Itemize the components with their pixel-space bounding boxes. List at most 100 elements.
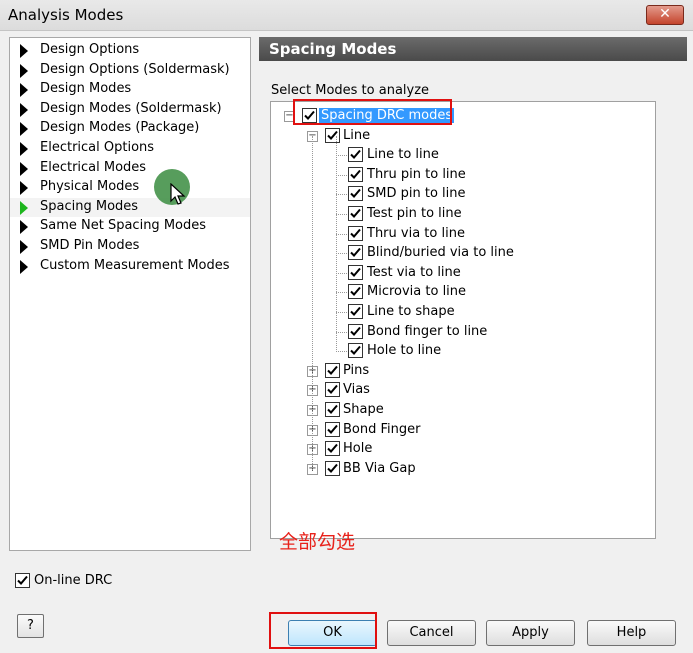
online-drc-option[interactable]: On-line DRC: [15, 573, 112, 588]
tree-connector: [336, 272, 347, 274]
nav-item[interactable]: Design Modes (Soldermask): [10, 100, 250, 119]
nav-item[interactable]: Design Modes: [10, 80, 250, 99]
check-icon: [350, 169, 361, 179]
node-checkbox[interactable]: [348, 323, 363, 339]
node-checkbox[interactable]: [325, 362, 340, 378]
tree-connector: [336, 331, 347, 333]
node-label: Vias: [343, 382, 370, 398]
node-checkbox[interactable]: [325, 402, 340, 417]
node-label: BB Via Gap: [343, 460, 416, 476]
help-button[interactable]: Help: [587, 620, 676, 646]
arrow-right-icon: [20, 83, 28, 98]
node-checkbox[interactable]: [325, 441, 340, 457]
mouse-cursor-icon: [170, 183, 186, 205]
node-checkbox[interactable]: [348, 147, 363, 163]
online-drc-checkbox[interactable]: [15, 573, 30, 588]
nav-item[interactable]: SMD Pin Modes: [10, 237, 250, 256]
check-icon: [350, 267, 361, 277]
online-drc-label: On-line DRC: [34, 573, 113, 588]
check-icon: [350, 208, 361, 218]
tree-connector: [312, 136, 313, 470]
arrow-right-icon: [20, 259, 28, 274]
nav-item[interactable]: Design Options (Soldermask): [10, 61, 250, 80]
node-checkbox[interactable]: [348, 343, 363, 359]
tree-connector: [336, 214, 347, 215]
node-checkbox[interactable]: [325, 421, 340, 437]
nav-item[interactable]: Electrical Options: [10, 139, 250, 158]
check-icon: [327, 385, 338, 395]
node-checkbox[interactable]: [348, 186, 363, 202]
arrow-right-icon: [20, 63, 28, 78]
tree-node[interactable]: + Hole: [271, 440, 651, 459]
tree-node[interactable]: Line to shape: [271, 303, 651, 322]
tree-node[interactable]: Microvia to line: [271, 283, 651, 302]
nav-item-label: Design Options: [40, 42, 140, 57]
node-checkbox[interactable]: [348, 206, 363, 221]
tree-node[interactable]: Test via to line: [271, 264, 651, 283]
nav-item-label: Electrical Modes: [40, 159, 147, 175]
annotation-box-ok: [269, 612, 377, 649]
tree-connector: [336, 155, 347, 157]
tree-node[interactable]: + Shape: [271, 401, 651, 420]
nav-item-label: Same Net Spacing Modes: [40, 218, 207, 234]
check-icon: [327, 463, 338, 473]
nav-item[interactable]: Same Net Spacing Modes: [10, 217, 250, 236]
nav-item[interactable]: Custom Measurement Modes: [10, 257, 250, 276]
check-icon: [350, 150, 361, 160]
tree-connector: [336, 233, 347, 235]
nav-item[interactable]: Design Modes (Package): [10, 119, 250, 138]
check-icon: [350, 228, 361, 238]
arrow-right-icon: [20, 44, 28, 58]
tree-node[interactable]: + Vias: [271, 381, 651, 400]
node-checkbox[interactable]: [348, 304, 363, 319]
node-checkbox[interactable]: [348, 166, 363, 182]
check-icon: [327, 130, 338, 140]
tree-node[interactable]: Line to line: [271, 146, 651, 165]
tree-node[interactable]: Test pin to line: [271, 205, 651, 224]
tree-node[interactable]: Thru via to line: [271, 225, 651, 244]
tree-node[interactable]: SMD pin to line: [271, 185, 651, 204]
check-icon: [17, 575, 28, 585]
apply-button[interactable]: Apply: [486, 620, 575, 646]
close-icon: ✕: [659, 6, 671, 22]
node-label: Shape: [343, 402, 384, 417]
node-checkbox[interactable]: [325, 460, 340, 476]
nav-item-label: SMD Pin Modes: [40, 238, 140, 253]
context-help-button[interactable]: ?: [17, 614, 44, 638]
node-label: Hole: [343, 441, 373, 457]
tree-node[interactable]: − Line: [271, 127, 651, 146]
close-button[interactable]: ✕: [646, 5, 684, 25]
annotation-text: 全部勾选: [279, 531, 356, 553]
node-label: Bond finger to line: [367, 323, 488, 339]
cancel-button[interactable]: Cancel: [387, 620, 476, 646]
tree-connector: [336, 136, 337, 352]
tree-node[interactable]: Blind/buried via to line: [271, 244, 651, 263]
tree-connector: [336, 194, 347, 196]
window-title: Analysis Modes: [8, 6, 124, 24]
node-checkbox[interactable]: [348, 225, 363, 241]
node-label: Pins: [343, 362, 370, 378]
tree-node[interactable]: Thru pin to line: [271, 166, 651, 185]
nav-item-label: Design Modes: [40, 81, 132, 97]
modes-tree: − Spacing DRC modes − Line Line to line Thru …: [270, 101, 656, 539]
node-checkbox[interactable]: [325, 127, 340, 143]
nav-item-label: Design Modes (Package): [40, 120, 200, 136]
nav-item[interactable]: Spacing Modes: [10, 197, 250, 217]
nav-item[interactable]: Design Options: [10, 41, 250, 60]
nav-item[interactable]: Electrical Modes: [10, 159, 250, 178]
tree-node[interactable]: + Pins: [271, 362, 651, 381]
node-checkbox[interactable]: [348, 264, 363, 280]
nav-item[interactable]: Physical Modes: [10, 178, 250, 197]
check-icon: [327, 424, 338, 434]
tree-node[interactable]: + BB Via Gap: [271, 460, 651, 479]
node-checkbox[interactable]: [348, 245, 363, 261]
tree-node[interactable]: + Bond Finger: [271, 421, 651, 440]
node-checkbox[interactable]: [348, 284, 363, 300]
tree-node[interactable]: Hole to line: [271, 342, 651, 361]
tree-node[interactable]: Bond finger to line: [271, 323, 651, 342]
check-icon: [350, 346, 361, 356]
arrow-right-icon: [20, 122, 28, 137]
node-checkbox[interactable]: [325, 382, 340, 398]
check-icon: [327, 365, 338, 375]
node-label: Thru via to line: [367, 225, 465, 241]
